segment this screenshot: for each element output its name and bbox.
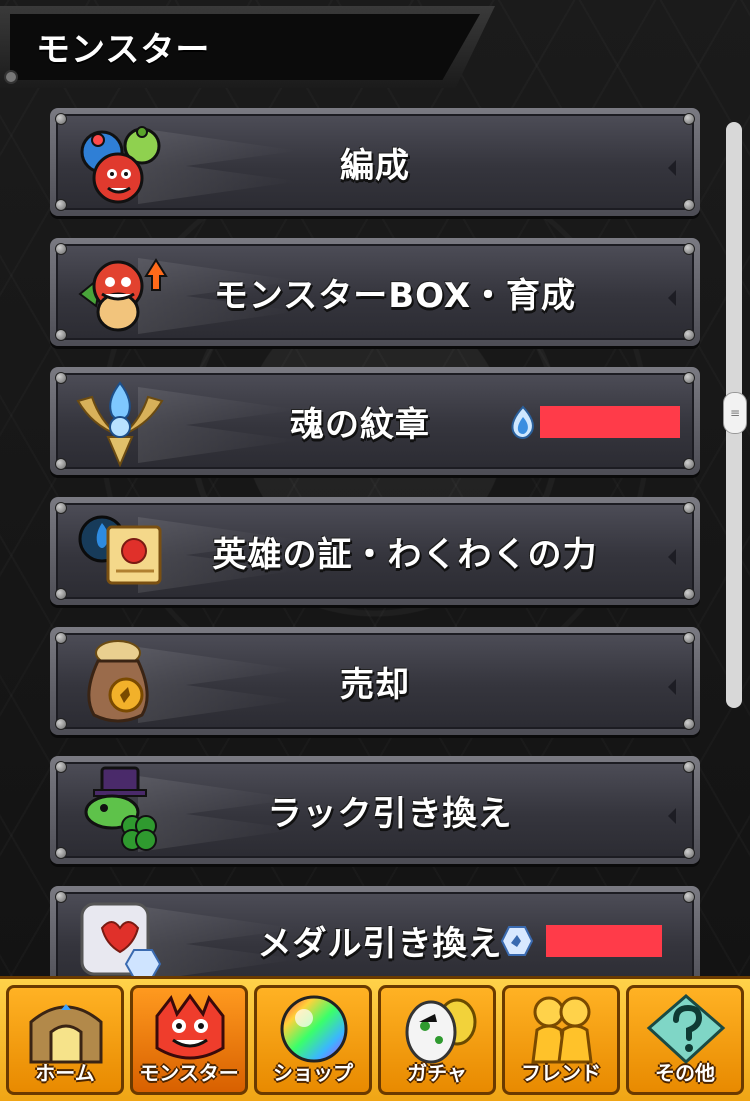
- nav-gacha[interactable]: ガチャ: [378, 985, 496, 1095]
- friends-icon: [531, 996, 593, 1064]
- menu-item-formation[interactable]: 編成: [50, 108, 700, 216]
- menu-item-soul-emblem[interactable]: 魂の紋章: [50, 367, 700, 475]
- nav-label: モンスター: [139, 1061, 239, 1085]
- nav-shop[interactable]: ショップ: [254, 985, 372, 1095]
- other-question-icon: [646, 994, 726, 1065]
- nav-friend[interactable]: フレンド: [502, 985, 620, 1095]
- nav-other[interactable]: その他: [626, 985, 744, 1095]
- nav-home[interactable]: ホーム: [6, 985, 124, 1095]
- scrollbar-thumb[interactable]: ≡: [723, 392, 747, 434]
- blue-flame-icon: [511, 405, 534, 439]
- menu-item-monster-box[interactable]: モンスターBOX・育成: [50, 238, 700, 346]
- medal-counter: [500, 924, 662, 958]
- rainbow-orb-icon: [280, 995, 348, 1063]
- nav-label: その他: [655, 1061, 715, 1085]
- nav-label: ホーム: [35, 1061, 95, 1085]
- menu-item-label: 売却: [340, 664, 410, 705]
- menu-item-label: モンスターBOX・育成: [213, 275, 577, 316]
- menu-item-label: 英雄の証・わくわくの力: [212, 534, 598, 575]
- medal-icon: [500, 926, 534, 956]
- home-gate-icon: [29, 1004, 103, 1064]
- menu-item-hero-proof[interactable]: 英雄の証・わくわくの力: [50, 497, 700, 605]
- menu-item-luck-exchange[interactable]: ラック引き換え: [50, 756, 700, 864]
- nav-label: ガチャ: [407, 1061, 467, 1085]
- nav-label: ショップ: [273, 1061, 353, 1085]
- menu-item-sell[interactable]: 売却: [50, 627, 700, 735]
- nav-label: フレンド: [521, 1061, 601, 1085]
- gacha-egg-icon: [405, 998, 477, 1064]
- soul-counter: [506, 405, 680, 439]
- menu-list: 編成 モンスターBOX・育成 魂の紋章 英雄の証・わくわくの力 売却 ラック引き…: [0, 0, 750, 994]
- bottom-nav: ホーム モンスター ショップ ガチャ フレンド その他: [0, 976, 750, 1101]
- menu-item-label: 編成: [340, 145, 410, 186]
- redacted-value: [540, 406, 680, 438]
- monster-head-icon: [155, 993, 225, 1060]
- nav-monster[interactable]: モンスター: [130, 985, 248, 1095]
- menu-item-label: ラック引き換え: [267, 793, 513, 834]
- redacted-value: [546, 925, 662, 957]
